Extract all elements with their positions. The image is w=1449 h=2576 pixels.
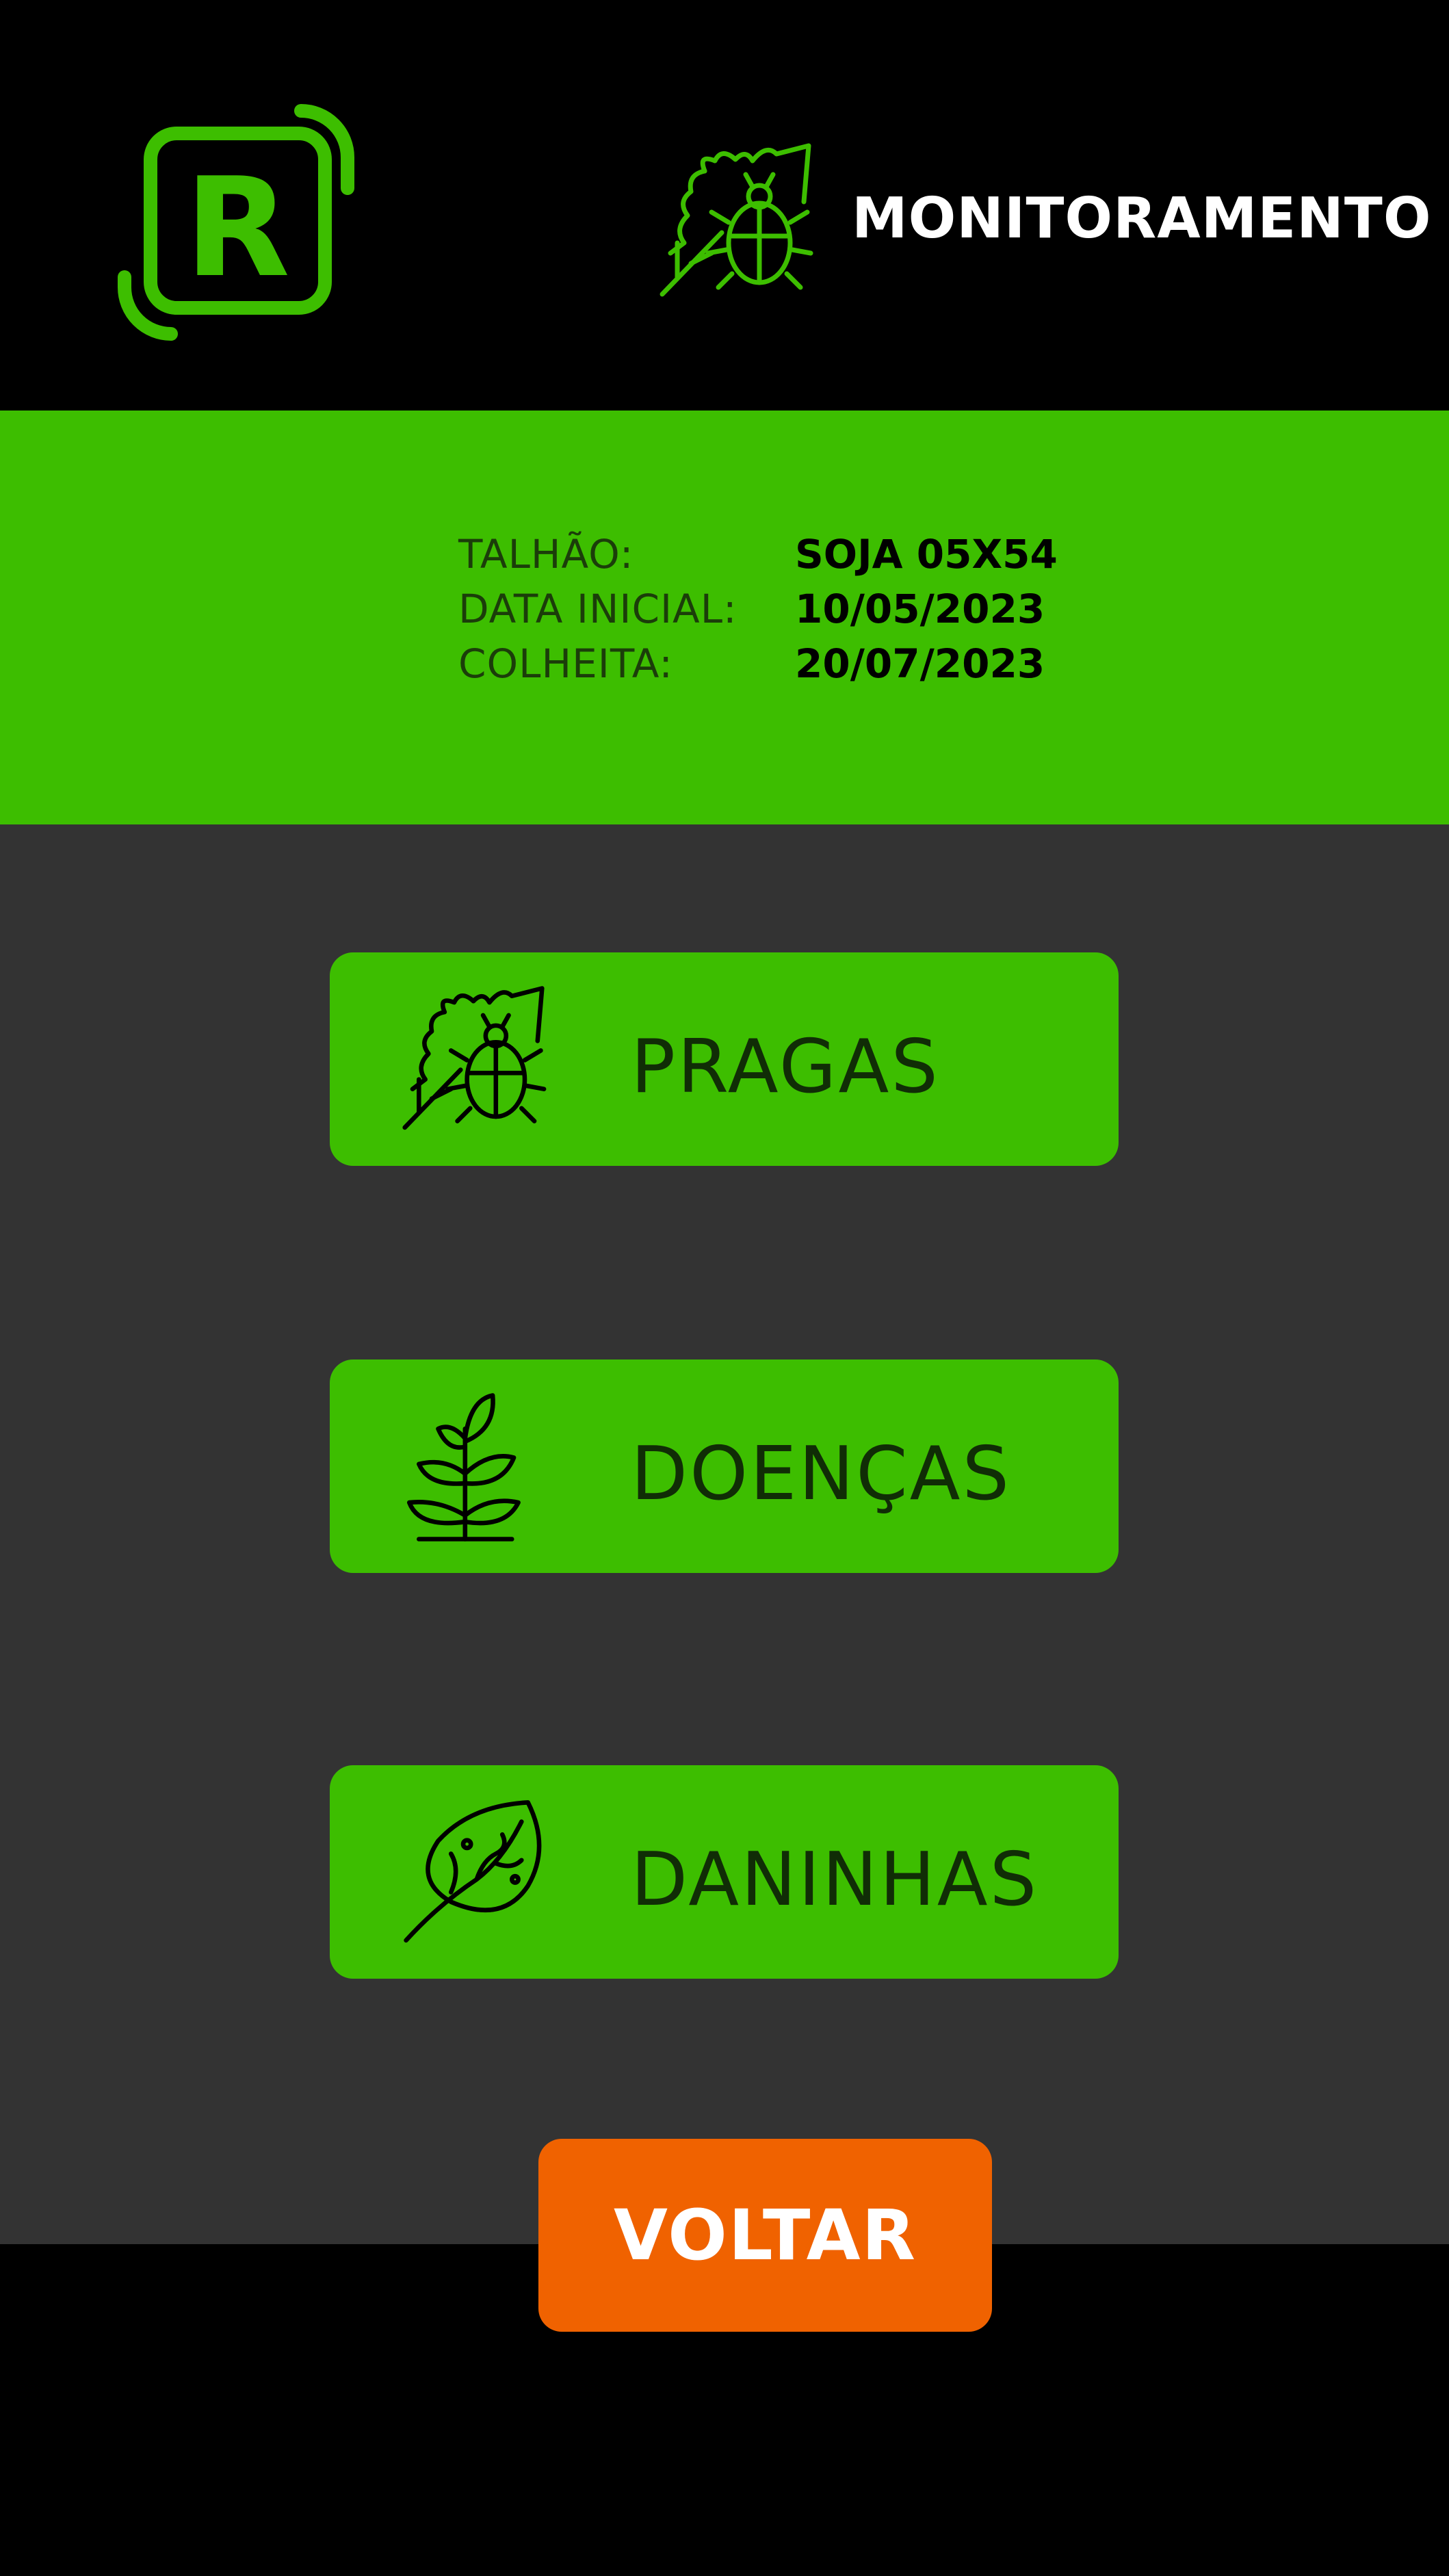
daninhas-button[interactable]: DANINHAS: [330, 1765, 1119, 1979]
doencas-label: DOENÇAS: [631, 1431, 1012, 1517]
svg-text:R: R: [185, 148, 290, 308]
start-date-value: 10/05/2023: [795, 586, 1045, 632]
plant-icon: [406, 1393, 521, 1541]
r-logo-icon: R: [118, 104, 354, 341]
page-title: MONITORAMENTO: [852, 186, 1432, 251]
header-bar: R MONITORAMENTO: [0, 0, 1449, 411]
harvest-label: COLHEITA:: [458, 640, 673, 687]
doencas-button[interactable]: DOENÇAS: [330, 1359, 1119, 1573]
harvest-value: 20/07/2023: [795, 640, 1045, 687]
pest-bug-icon: [402, 986, 547, 1130]
pragas-label: PRAGAS: [631, 1024, 940, 1110]
back-button-label: VOLTAR: [613, 2195, 917, 2276]
daninhas-label: DANINHAS: [631, 1837, 1039, 1923]
leaf-icon: [404, 1800, 542, 1943]
start-date-label: DATA INICIAL:: [458, 586, 737, 632]
pest-bug-icon: [660, 143, 813, 297]
back-button[interactable]: VOLTAR: [538, 2139, 992, 2332]
pragas-button[interactable]: PRAGAS: [330, 952, 1119, 1166]
field-value: SOJA 05X54: [795, 531, 1058, 577]
field-label: TALHÃO:: [458, 531, 634, 577]
